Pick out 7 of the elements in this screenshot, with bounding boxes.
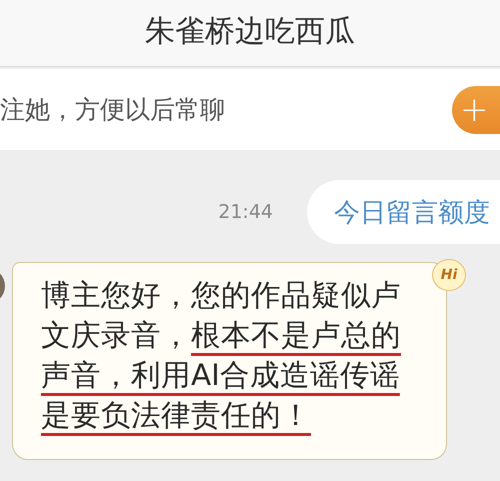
follow-prompt: 注她，方便以后常聊 (0, 94, 225, 126)
message-time: 21:44 (218, 201, 273, 223)
follow-button[interactable]: + (452, 86, 500, 134)
hi-badge: Hi (432, 259, 466, 291)
sent-message: 今日留言额度 (307, 180, 500, 244)
message-text: 博主您好，您的作品疑似卢文庆录音，根本不是卢总的声音，利用AI合成造谣传谣是要负法律责任的！ (41, 277, 402, 434)
chat-title: 朱雀桥边吃西瓜 (145, 12, 355, 50)
